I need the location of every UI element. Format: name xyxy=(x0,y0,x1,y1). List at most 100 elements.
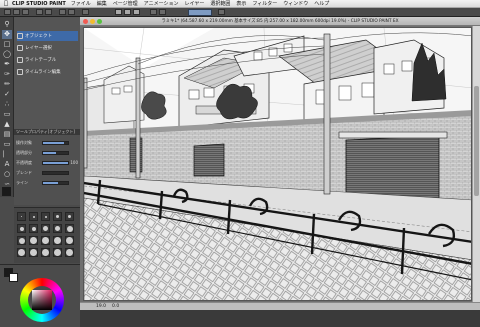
property-slider[interactable] xyxy=(42,180,69,185)
angle-readout[interactable]: 0.0 xyxy=(112,304,119,309)
airbrush-icon[interactable]: ∴ xyxy=(2,100,12,109)
balloon-icon[interactable]: ○ xyxy=(2,170,12,179)
blend-select[interactable] xyxy=(42,170,69,175)
brush-size-preset[interactable] xyxy=(29,236,38,245)
app-menu[interactable]: CLIP STUDIO PAINT xyxy=(12,1,66,7)
mode-toggle-button[interactable] xyxy=(188,9,212,16)
deselect-icon[interactable] xyxy=(82,9,89,15)
text-icon[interactable]: A xyxy=(2,160,12,169)
vertical-scrollbar[interactable] xyxy=(472,26,480,302)
brush-size-preset[interactable] xyxy=(65,236,74,245)
menu-selection[interactable]: 選択範囲 xyxy=(210,0,230,7)
left-panel: ⚲ ✥ □ ◯ ✒ ✑ ✏ ✓ ∴ ▭ ▲ ▤ ▭ ⎸ A ○ ∽ オブジェクト… xyxy=(0,17,80,327)
brush-size-preset[interactable] xyxy=(29,212,38,221)
sub-tool-layer-select[interactable]: レイヤー選択 xyxy=(17,43,78,53)
brush-size-preset[interactable] xyxy=(29,248,38,257)
ruler-icon[interactable]: ⎸ xyxy=(2,150,12,159)
lasso-icon[interactable]: ◯ xyxy=(2,50,12,59)
gradient-icon[interactable]: ▤ xyxy=(2,130,12,139)
brush-size-preset[interactable] xyxy=(65,248,74,257)
brush-size-preset[interactable] xyxy=(41,236,50,245)
scroll-thumb[interactable] xyxy=(474,86,479,196)
brush-size-preset[interactable] xyxy=(53,236,62,245)
brush-size-preset[interactable] xyxy=(53,224,62,233)
menu-file[interactable]: ファイル xyxy=(71,0,91,7)
undo-icon[interactable] xyxy=(36,9,43,15)
brush-size-preset[interactable] xyxy=(65,212,74,221)
snap-grid-icon[interactable] xyxy=(124,9,131,15)
sub-tool-timeline[interactable]: タイムライン編集 xyxy=(17,67,78,77)
brush-size-preset[interactable] xyxy=(41,212,50,221)
menu-view[interactable]: 表示 xyxy=(236,0,246,7)
menu-animation[interactable]: アニメーション xyxy=(144,0,179,7)
sub-tool-panel: オブジェクト レイヤー選択 ライトテーブル タイムライン編集 xyxy=(14,17,80,129)
property-row[interactable]: 透明部分 xyxy=(16,149,78,156)
eraser-icon[interactable]: ▭ xyxy=(2,110,12,119)
sub-tool-label: ライトテーブル xyxy=(25,58,57,63)
document-title-bar: ラミキ1* (64.587.60 x 219.00mm 基本サイズ:B5 内:2… xyxy=(80,17,480,26)
property-row[interactable]: 操作対象 xyxy=(16,139,78,146)
menu-edit[interactable]: 編集 xyxy=(97,0,107,7)
property-label: ライン xyxy=(16,179,28,185)
clear-icon[interactable] xyxy=(59,9,66,15)
opacity-slider[interactable] xyxy=(42,160,69,165)
select-icon[interactable]: □ xyxy=(2,40,12,49)
main-color-swatch[interactable] xyxy=(2,187,11,196)
menu-window[interactable]: ウィンドウ xyxy=(283,0,308,7)
canvas[interactable] xyxy=(83,27,472,301)
property-row[interactable]: 不透明度 100 xyxy=(16,159,78,166)
sub-tool-object[interactable]: オブジェクト xyxy=(17,31,78,41)
document-title: ラミキ1* (64.587.60 x 219.00mm 基本サイズ:B5 内:2… xyxy=(161,19,399,24)
snap-ruler-icon[interactable] xyxy=(115,9,122,15)
brush-size-preset[interactable] xyxy=(17,236,26,245)
brush-size-preset[interactable] xyxy=(41,248,50,257)
open-file-icon[interactable] xyxy=(13,9,20,15)
brush-size-preset[interactable] xyxy=(53,212,62,221)
snap-perspective-icon[interactable] xyxy=(133,9,140,15)
pencil-icon[interactable]: ✏ xyxy=(2,80,12,89)
eyedropper-icon[interactable]: ✒ xyxy=(2,60,12,69)
save-icon[interactable] xyxy=(22,9,29,15)
brush-icon[interactable]: ✓ xyxy=(2,90,12,99)
sub-color-swatch[interactable] xyxy=(9,273,18,282)
saturation-value-square[interactable] xyxy=(32,290,52,310)
fill-icon[interactable]: ▲ xyxy=(2,120,12,129)
sub-tool-light-table[interactable]: ライトテーブル xyxy=(17,55,78,65)
brush-size-preset[interactable] xyxy=(17,224,26,233)
brush-size-preset[interactable] xyxy=(17,212,26,221)
brush-size-preset[interactable] xyxy=(65,224,74,233)
redo-icon[interactable] xyxy=(45,9,52,15)
move-icon[interactable]: ✥ xyxy=(2,30,12,39)
minimize-window-icon[interactable] xyxy=(90,19,95,24)
property-row[interactable]: ライン xyxy=(16,179,78,186)
tool-property-panel: 操作対象 透明部分 不透明度 100 ブレンド ライン xyxy=(14,135,80,205)
material-icon[interactable] xyxy=(218,9,225,15)
color-wheel[interactable] xyxy=(20,278,64,322)
brush-size-preset[interactable] xyxy=(29,224,38,233)
zoom-icon[interactable]: ⚲ xyxy=(2,20,12,29)
zoom-readout[interactable]: 19.0 xyxy=(96,304,106,309)
new-file-icon[interactable] xyxy=(4,9,11,15)
command-icon[interactable] xyxy=(159,9,166,15)
brush-size-preset[interactable] xyxy=(41,224,50,233)
layer-select-icon xyxy=(17,45,23,51)
menu-layer[interactable]: レイヤー xyxy=(184,0,204,7)
menu-filter[interactable]: フィルター xyxy=(252,0,277,7)
transform-icon[interactable] xyxy=(68,9,75,15)
zoom-window-icon[interactable] xyxy=(97,19,102,24)
property-row[interactable]: ブレンド xyxy=(16,169,78,176)
sub-tool-label: オブジェクト xyxy=(25,34,52,39)
menu-page[interactable]: ページ管理 xyxy=(113,0,138,7)
property-slider[interactable] xyxy=(42,150,69,155)
window-controls xyxy=(83,19,102,24)
close-window-icon[interactable] xyxy=(83,19,88,24)
brush-size-preset[interactable] xyxy=(17,248,26,257)
preferences-icon[interactable] xyxy=(150,9,157,15)
property-slider[interactable] xyxy=(42,140,69,145)
property-label: 不透明度 xyxy=(16,159,32,165)
menu-help[interactable]: ヘルプ xyxy=(314,0,329,7)
pen-icon[interactable]: ✑ xyxy=(2,70,12,79)
apple-menu-icon[interactable]:  xyxy=(0,0,12,7)
brush-size-preset[interactable] xyxy=(53,248,62,257)
figure-icon[interactable]: ▭ xyxy=(2,140,12,149)
